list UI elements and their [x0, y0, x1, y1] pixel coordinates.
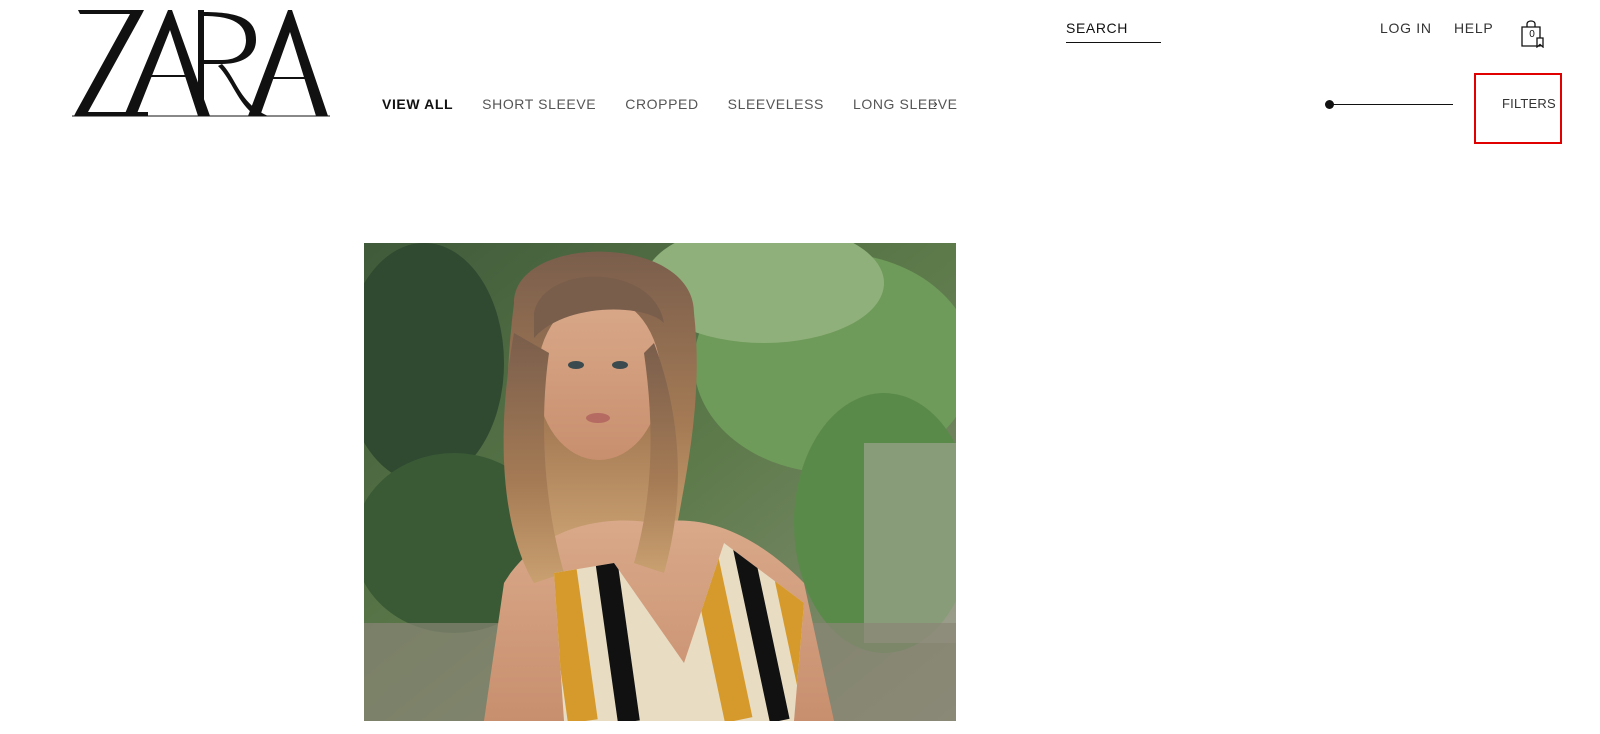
grid-zoom-slider[interactable]	[1325, 99, 1455, 111]
category-long-sleeve[interactable]: LONG SLEEVE	[853, 96, 958, 116]
page: SEARCH LOG IN HELP 0 VIEW ALL SHORT SLEE…	[0, 0, 1600, 734]
category-view-all[interactable]: VIEW ALL	[382, 96, 453, 116]
chevron-right-icon[interactable]: ›	[933, 95, 938, 111]
cart-count: 0	[1529, 29, 1535, 40]
zoom-slider-handle[interactable]	[1325, 100, 1334, 109]
category-sleeveless[interactable]: SLEEVELESS	[728, 96, 824, 116]
category-short-sleeve[interactable]: SHORT SLEEVE	[482, 96, 596, 116]
zara-logo[interactable]	[72, 8, 330, 118]
category-nav: VIEW ALL SHORT SLEEVE CROPPED SLEEVELESS…	[382, 96, 987, 116]
product-photo	[364, 243, 956, 721]
cart-button[interactable]: 0	[1520, 20, 1548, 50]
filters-button[interactable]: FILTERS	[1502, 96, 1556, 111]
help-link[interactable]: HELP	[1454, 20, 1493, 36]
search-link[interactable]: SEARCH	[1066, 20, 1161, 43]
product-image[interactable]	[364, 243, 956, 721]
zoom-slider-track[interactable]	[1329, 104, 1453, 105]
zara-logo-mark	[72, 10, 330, 117]
login-link[interactable]: LOG IN	[1380, 20, 1432, 36]
category-cropped[interactable]: CROPPED	[625, 96, 698, 116]
